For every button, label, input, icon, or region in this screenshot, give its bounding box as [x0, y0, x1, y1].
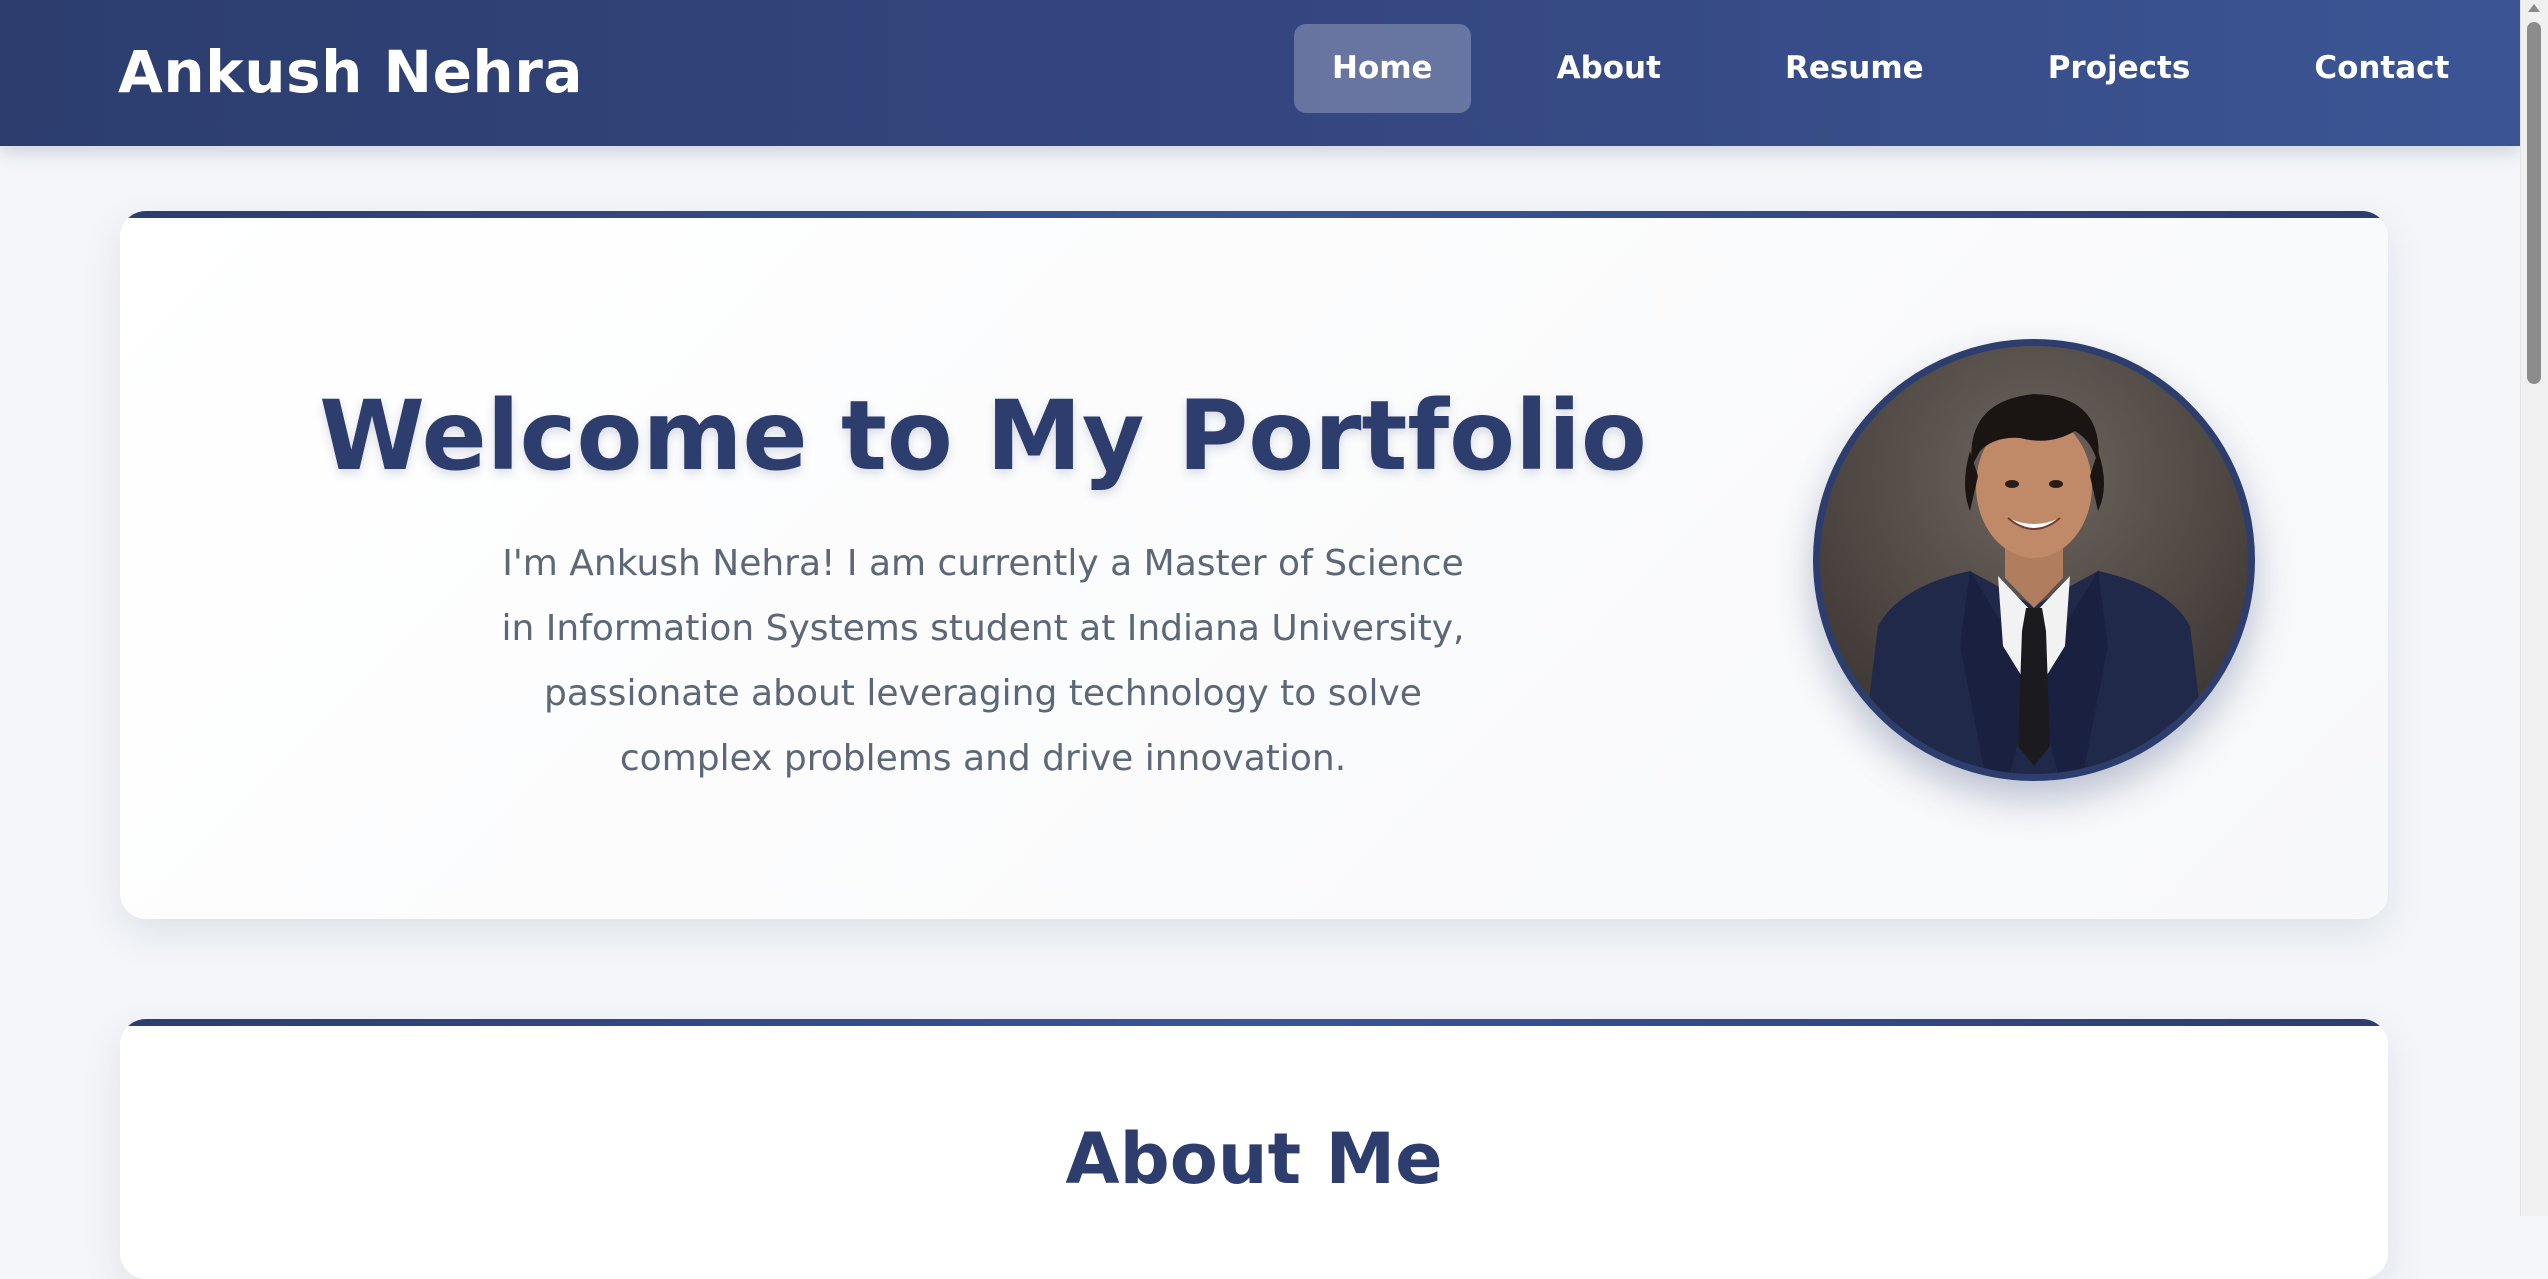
profile-photo-illustration: [1820, 346, 2248, 774]
hero-card: Welcome to My Portfolio I'm Ankush Nehra…: [120, 211, 2388, 919]
scroll-up-arrow-icon[interactable]: [2528, 4, 2540, 12]
profile-photo: [1813, 339, 2255, 781]
about-title: About Me: [1065, 1118, 1443, 1200]
hero-intro-text: I'm Ankush Nehra! I am currently a Maste…: [501, 543, 1465, 779]
nav-link-about[interactable]: About: [1519, 24, 1699, 113]
nav-link-projects[interactable]: Projects: [2010, 24, 2229, 113]
nav-link-resume[interactable]: Resume: [1747, 24, 1962, 113]
site-brand[interactable]: Ankush Nehra: [118, 34, 583, 110]
scrollbar-thumb[interactable]: [2527, 22, 2541, 384]
nav-link-contact[interactable]: Contact: [2276, 24, 2487, 113]
hero-title: Welcome to My Portfolio: [319, 380, 1647, 492]
page-scrollbar[interactable]: [2520, 0, 2548, 1216]
nav-links: Home About Resume Projects Contact: [1294, 24, 2535, 113]
top-navbar: Ankush Nehra Home About Resume Projects …: [0, 0, 2520, 146]
about-card: About Me: [120, 1019, 2388, 1279]
nav-link-home[interactable]: Home: [1294, 24, 1471, 113]
